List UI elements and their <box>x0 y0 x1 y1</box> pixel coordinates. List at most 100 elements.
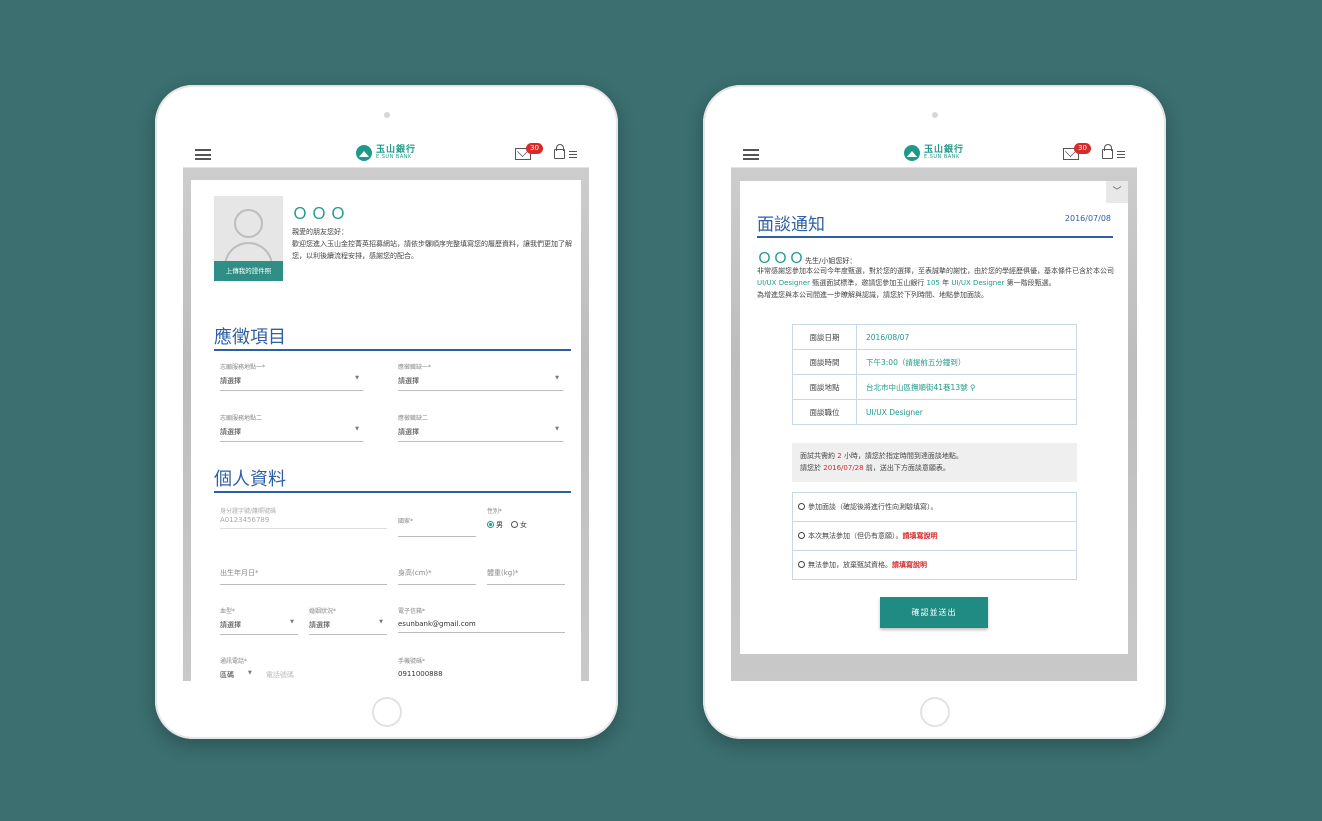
gender-male-label: 男 <box>496 521 503 529</box>
greeting-line: 親愛的朋友您好： <box>292 228 348 236</box>
fill-explanation-link[interactable]: 請填寫說明 <box>892 561 927 569</box>
height-label: 身高(cm)* <box>398 569 432 577</box>
option-row[interactable]: 無法參加，放棄甄試資格。請填寫說明 <box>792 550 1077 580</box>
logo-english-text: E.SUN BANK <box>923 154 960 160</box>
info-key: 面談時間 <box>792 349 857 375</box>
chevron-down-icon: ▼ <box>555 426 559 432</box>
info-key: 面談地點 <box>792 374 857 400</box>
body-text-2: 甄選面試標準，邀請您參加玉山銀行 <box>812 279 925 287</box>
chevron-down-icon: ▼ <box>355 426 359 432</box>
option-radio[interactable] <box>798 503 805 510</box>
marital-status-label: 婚姻狀況* <box>309 608 337 615</box>
location1-label: 志願服務地點一* <box>220 364 266 371</box>
chevron-down-icon: ▼ <box>355 375 359 381</box>
info-value: 2016/08/07 <box>856 324 1077 350</box>
top-nav-bar: 玉山銀行 E.SUN BANK 30 <box>731 141 1137 168</box>
info-value-location[interactable]: 台北市中山區撫順街41巷13號 ⚲ <box>856 374 1077 400</box>
hamburger-icon[interactable] <box>743 149 759 160</box>
body-year-highlight: 105 <box>926 279 940 287</box>
section-title-apply: 應徵項目 <box>214 327 286 348</box>
body-text-1: 非常感謝您參加本公司今年度甄選，對於您的選擇，至表誠摯的謝忱，由於您的學經歷俱優… <box>757 267 1114 275</box>
option-text: 無法參加，放棄甄試資格。 <box>808 561 892 569</box>
position2-select[interactable]: 應徵職缺二 請選擇 ▼ <box>398 413 563 442</box>
hamburger-icon[interactable] <box>195 149 211 160</box>
location1-select[interactable]: 志願服務地點一* 請選擇 ▼ <box>220 362 363 391</box>
mobile-input[interactable]: 手機號碼* 0911000888 <box>398 656 565 678</box>
chevron-down-icon: ▼ <box>248 670 252 676</box>
blood-type-select[interactable]: 血型* 請選擇 ▼ <box>220 606 298 635</box>
id-number-input[interactable]: 身分證字號/護照號碼 A0123456789 <box>220 506 387 529</box>
brand-logo[interactable]: 玉山銀行 E.SUN BANK <box>903 145 964 161</box>
option-text: 本次無法參加（但仍有意願）。 <box>808 532 903 540</box>
info-key: 面談職位 <box>792 399 857 425</box>
weight-input[interactable]: 體重(kg)* <box>487 568 565 585</box>
camera-dot <box>383 112 390 118</box>
collapse-chevron-icon[interactable]: ﹀ <box>1106 181 1128 203</box>
position1-value: 請選擇 <box>398 377 419 385</box>
notice-body: 非常感謝您參加本公司今年度甄選，對於您的選擇，至表誠摯的謝忱，由於您的學經歷俱優… <box>757 265 1117 301</box>
position1-select[interactable]: 應徵職缺一* 請選擇 ▼ <box>398 362 563 391</box>
id-number-value: A0123456789 <box>220 516 270 524</box>
note-text: 前，送出下方面談意願表。 <box>865 464 950 472</box>
gender-male-radio[interactable]: 男 <box>487 520 503 530</box>
section-divider <box>214 349 571 351</box>
screen-left: 玉山銀行 E.SUN BANK 30 上傳我的證件照 ＯＯＯ 親愛的朋友您好： … <box>183 141 589 681</box>
id-number-label: 身分證字號/護照號碼 <box>220 508 277 515</box>
country-label: 國家* <box>398 518 414 525</box>
chevron-down-icon: ▼ <box>379 619 383 625</box>
mail-count-badge: 30 <box>526 143 543 154</box>
home-button <box>919 697 950 727</box>
home-button <box>371 697 402 727</box>
applicant-name: ＯＯＯ <box>292 204 350 223</box>
position2-value: 請選擇 <box>398 428 419 436</box>
interview-note-box: 面試共需約 2 小時，請您於指定時間到達面談地點。 請您於 2016/07/28… <box>792 443 1077 482</box>
profile-photo-placeholder[interactable]: 上傳我的證件照 <box>214 196 283 281</box>
email-value: esunbank@gmail.com <box>398 620 476 628</box>
option-row[interactable]: 參加面談（確認後將進行性向測驗填寫）。 <box>792 492 1077 522</box>
fill-explanation-link[interactable]: 請填寫說明 <box>903 532 938 540</box>
chevron-down-icon: ▼ <box>555 375 559 381</box>
upload-photo-button[interactable]: 上傳我的證件照 <box>214 261 283 281</box>
notice-date: 2016/07/08 <box>1064 214 1111 223</box>
lock-icon[interactable] <box>1102 144 1113 159</box>
position1-label: 應徵職缺一* <box>398 364 432 371</box>
position2-label: 應徵職缺二 <box>398 415 429 422</box>
body-text-3: 年 <box>942 279 950 287</box>
note-text: 面試共需約 <box>800 452 835 460</box>
phone-number-placeholder[interactable]: 電話號碼 <box>266 670 294 680</box>
height-input[interactable]: 身高(cm)* <box>398 568 476 585</box>
marital-status-select[interactable]: 婚姻狀況* 請選擇 ▼ <box>309 606 387 635</box>
country-input[interactable]: 國家* <box>398 516 476 537</box>
camera-dot <box>931 112 938 118</box>
table-row: 面談職位 UI/UX Designer <box>792 399 1077 425</box>
body-text-4: 第一階段甄選。 <box>1006 279 1056 287</box>
table-row: 面談日期 2016/08/07 <box>792 324 1077 350</box>
table-row: 面談地點 台北市中山區撫順街41巷13號 ⚲ <box>792 374 1077 400</box>
birthdate-input[interactable]: 出生年月日* <box>220 568 387 585</box>
email-label: 電子信箱* <box>398 608 426 615</box>
interview-notice-card: ﹀ 面談通知 2016/07/08 ＯＯＯ先生/小姐您好： 非常感謝您參加本公司… <box>740 181 1128 654</box>
email-input[interactable]: 電子信箱* esunbank@gmail.com <box>398 606 565 633</box>
note-text: 小時，請您於指定時間到達面談地點。 <box>843 452 963 460</box>
note-text: 請您於 <box>800 464 821 472</box>
option-radio[interactable] <box>798 561 805 568</box>
phone-input[interactable]: 通訊電話* 區碼 ▼ 電話號碼 <box>220 656 387 680</box>
confirm-submit-button[interactable]: 確認並送出 <box>880 597 988 628</box>
phone-area-select[interactable]: 區碼 <box>220 670 234 680</box>
body-position-highlight: UI/UX Designer <box>951 279 1005 287</box>
map-pin-icon[interactable]: ⚲ <box>970 383 976 392</box>
info-value: 下午3:00（請提前五分鐘到） <box>856 349 1077 375</box>
gender-female-radio[interactable]: 女 <box>511 520 527 530</box>
option-row[interactable]: 本次無法參加（但仍有意願）。請填寫說明 <box>792 521 1077 551</box>
tablet-right: 玉山銀行 E.SUN BANK 30 ﹀ 面談通知 2016/07/08 ＯＯＯ… <box>703 85 1166 739</box>
option-radio[interactable] <box>798 532 805 539</box>
gender-label: 性別* <box>487 508 503 515</box>
tablet-left: 玉山銀行 E.SUN BANK 30 上傳我的證件照 ＯＯＯ 親愛的朋友您好： … <box>155 85 618 739</box>
top-nav-bar: 玉山銀行 E.SUN BANK 30 <box>183 141 589 168</box>
lock-icon[interactable] <box>554 144 565 159</box>
birthdate-label: 出生年月日* <box>220 569 259 577</box>
location2-select[interactable]: 志願服務地點二 請選擇 ▼ <box>220 413 363 442</box>
brand-logo[interactable]: 玉山銀行 E.SUN BANK <box>355 145 416 161</box>
phone-label: 通訊電話* <box>220 658 248 665</box>
body-text-5: 為增進您與本公司間進一步瞭解與認識，請您於下列時間、地點參加面談。 <box>757 291 988 299</box>
